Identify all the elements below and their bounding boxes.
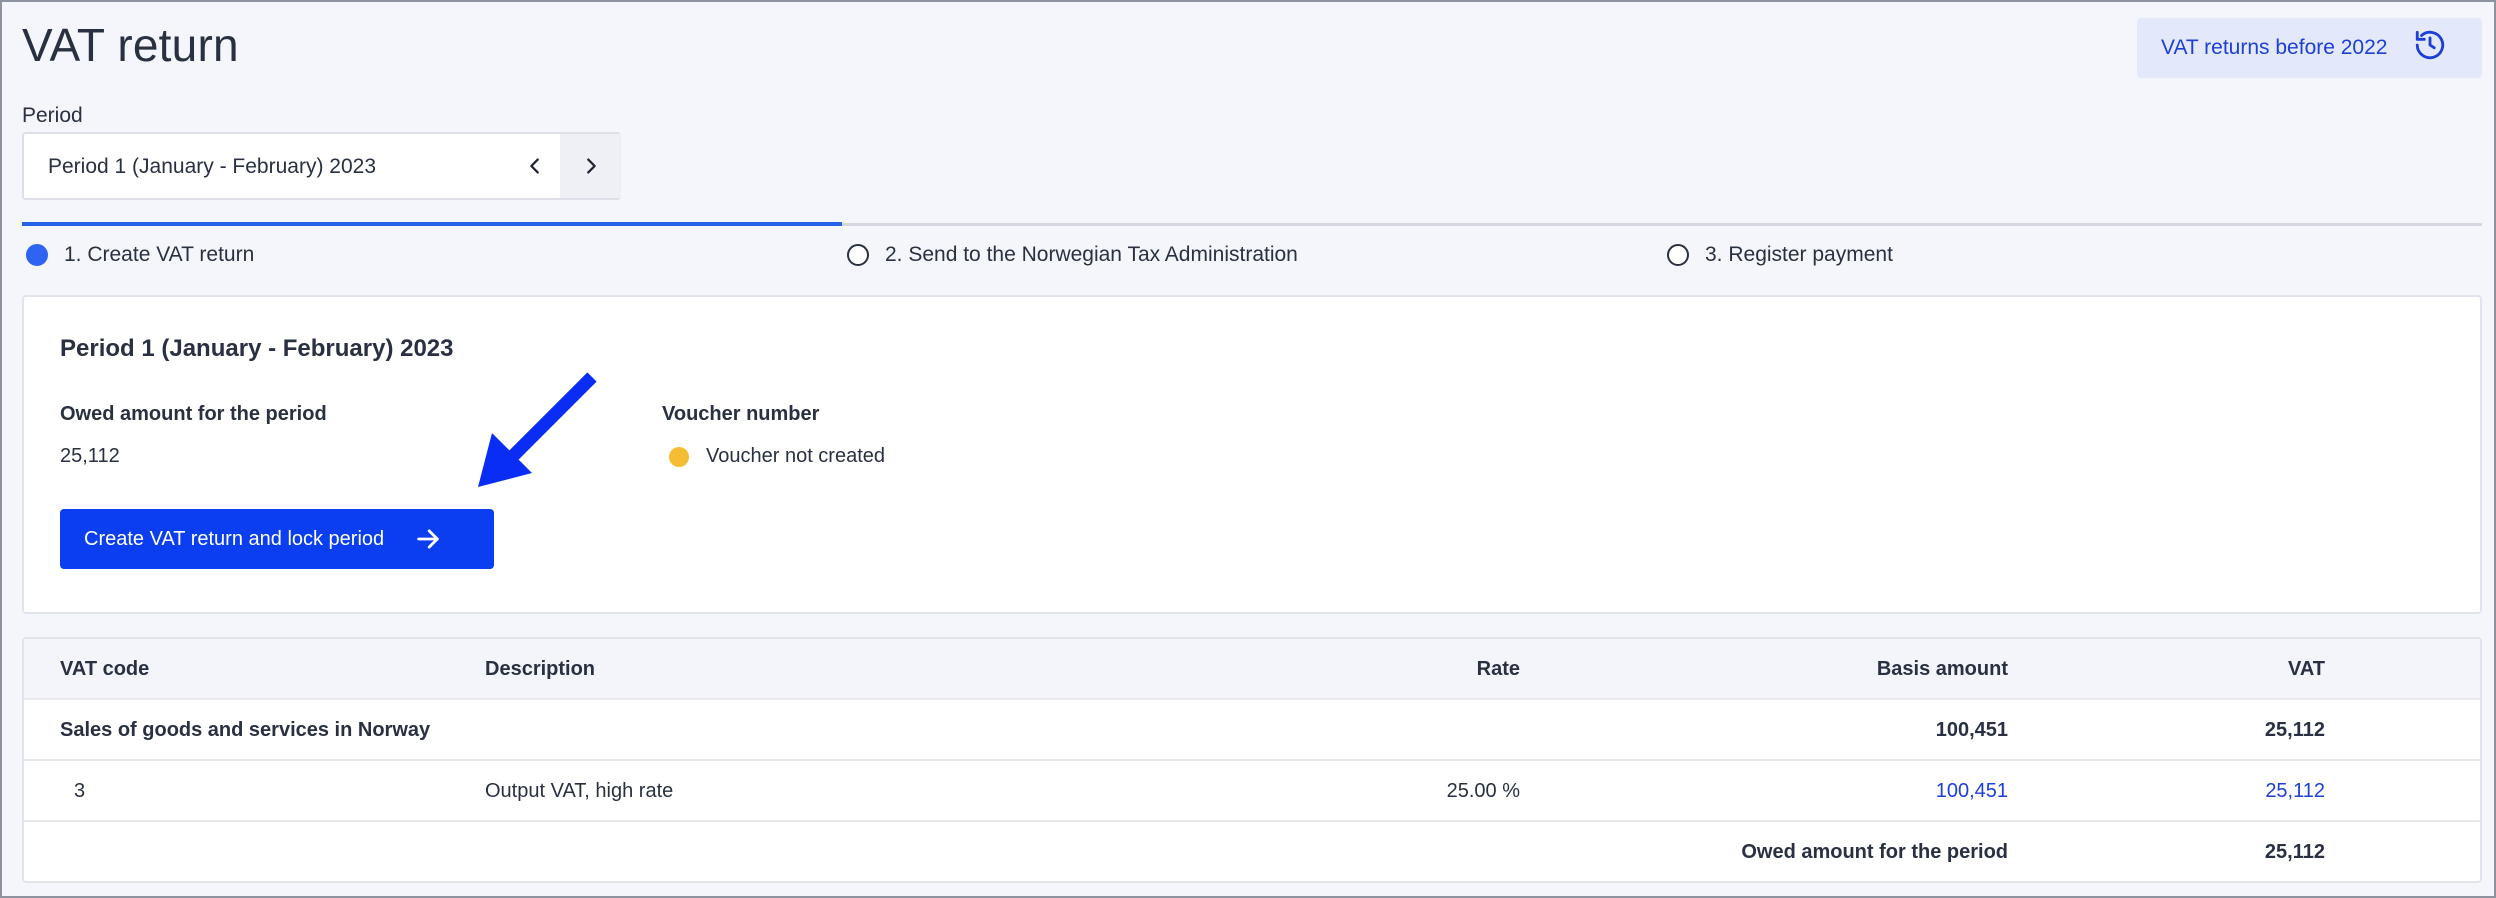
owed-amount-label: Owed amount for the period [60,403,327,425]
voucher-status-dot [669,447,689,467]
step-send-to-tax-administration[interactable]: 2. Send to the Norwegian Tax Administrat… [847,240,1298,270]
header-vat: VAT [2287,658,2325,680]
row-vat-code: 3 [74,780,86,802]
row-rate: 25.00 % [1446,780,1520,802]
vat-table: VAT code Description Rate Basis amount V… [22,637,2482,883]
table-header-row: VAT code Description Rate Basis amount V… [24,639,2480,700]
table-total-row: Owed amount for the period 25,112 [24,822,2480,881]
chevron-right-icon [586,158,596,174]
summary-card: Period 1 (January - February) 2023 Owed … [22,295,2482,614]
create-vat-return-button[interactable]: Create VAT return and lock period [60,509,494,569]
step-indicator [847,244,869,266]
total-vat: 25,112 [2264,841,2325,863]
summary-title: Period 1 (January - February) 2023 [60,335,454,362]
period-value: Period 1 (January - February) 2023 [48,155,376,178]
vat-returns-history-button[interactable]: VAT returns before 2022 [2137,18,2482,78]
header-description: Description [485,658,596,680]
annotation-arrow-icon [478,372,597,487]
step-label: 2. Send to the Norwegian Tax Administrat… [885,243,1298,266]
step-label: 3. Register payment [1705,243,1893,266]
header-basis-amount: Basis amount [1876,658,2008,680]
step-indicator [1667,244,1689,266]
group-label: Sales of goods and services in Norway [60,719,431,741]
total-label: Owed amount for the period [1741,841,2008,863]
progress-fill [22,222,842,226]
header-vat-code: VAT code [60,658,150,680]
step-label: 1. Create VAT return [64,243,255,266]
row-vat-link[interactable]: 25,112 [2124,761,2325,822]
step-active-indicator [26,244,48,266]
table-row: 3 Output VAT, high rate 25.00 % 100,451 … [24,761,2480,822]
arrow-right-icon [417,529,439,549]
next-period-button[interactable] [560,134,621,198]
row-basis-link[interactable]: 100,451 [1624,761,2008,822]
step-create-vat-return[interactable]: 1. Create VAT return [26,240,254,270]
owed-amount-value: 25,112 [60,445,120,467]
period-label: Period [22,104,83,127]
chevron-left-icon [530,158,539,174]
table-group-row: Sales of goods and services in Norway 10… [24,700,2480,761]
group-vat: 25,112 [2264,719,2325,741]
header-rate: Rate [1476,658,1520,680]
history-icon [2413,28,2447,68]
previous-period-button[interactable] [510,134,560,198]
voucher-status-text: Voucher not created [706,445,886,467]
group-basis: 100,451 [1935,719,2008,741]
row-description: Output VAT, high rate [485,780,674,802]
page-title: VAT return [22,19,239,71]
create-vat-return-label: Create VAT return and lock period [84,527,385,550]
voucher-number-label: Voucher number [662,403,820,425]
step-register-payment[interactable]: 3. Register payment [1667,240,1893,270]
period-selector[interactable]: Period 1 (January - February) 2023 [22,132,621,200]
history-button-label: VAT returns before 2022 [2161,36,2388,59]
